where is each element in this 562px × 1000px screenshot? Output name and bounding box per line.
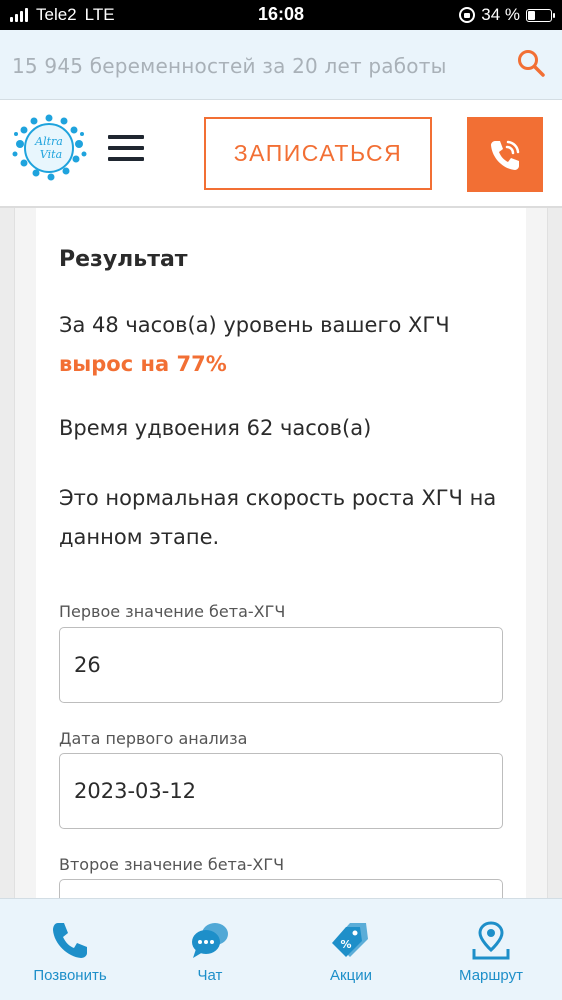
nav-chat[interactable]: Чат — [140, 899, 280, 1000]
nav-promos-label: Акции — [330, 967, 372, 984]
call-button[interactable] — [467, 117, 543, 192]
battery-percent: 34 % — [481, 5, 520, 24]
first-date-label: Дата первого анализа — [59, 729, 248, 748]
logo-text-vita: Vita — [40, 148, 62, 161]
nav-promos[interactable]: % Акции — [281, 899, 421, 1000]
doubling-time-text: Время удвоения 62 часов(а) — [59, 416, 372, 440]
second-hcg-label: Второе значение бета-ХГЧ — [59, 855, 285, 874]
result-growth-text: За 48 часов(а) уровень вашего ХГЧ — [59, 313, 450, 337]
first-hcg-input[interactable]: 26 — [59, 627, 503, 703]
logo-text-altra: Altra — [34, 135, 63, 148]
second-hcg-input[interactable] — [59, 879, 503, 898]
result-growth-value: вырос на 77% — [59, 352, 227, 376]
bottom-navigation: Позвонить Чат % Акции Маршрут — [0, 898, 562, 1000]
svg-text:%: % — [340, 938, 351, 951]
nav-route-label: Маршрут — [459, 967, 523, 984]
nav-route[interactable]: Маршрут — [421, 899, 561, 1000]
assessment-text: Это нормальная скорость роста ХГЧ на дан… — [59, 486, 497, 549]
chat-icon — [192, 923, 228, 958]
tags-icon: % — [332, 923, 368, 957]
first-hcg-label: Первое значение бета-ХГЧ — [59, 602, 286, 621]
menu-burger-icon[interactable] — [108, 135, 144, 163]
first-date-input[interactable]: 2023-03-12 — [59, 753, 503, 829]
status-bar: Tele2 LTE 16:08 34 % — [0, 0, 562, 30]
phone-icon — [53, 923, 87, 958]
nav-call-label: Позвонить — [33, 967, 107, 984]
signup-button[interactable]: ЗАПИСАТЬСЯ — [204, 117, 432, 190]
info-bar: 15 945 беременностей за 20 лет работы — [0, 30, 562, 100]
altra-vita-logo[interactable]: Altra Vita — [10, 114, 88, 182]
info-text: 15 945 беременностей за 20 лет работы — [12, 54, 447, 78]
status-right: 34 % — [459, 5, 555, 25]
map-route-icon — [472, 921, 510, 960]
nav-call[interactable]: Позвонить — [0, 899, 140, 1000]
phone-icon — [491, 140, 520, 170]
rotation-lock-icon — [459, 7, 476, 23]
search-icon[interactable] — [516, 48, 546, 78]
result-title: Результат — [59, 247, 188, 272]
nav-chat-label: Чат — [197, 967, 223, 984]
battery-icon — [526, 8, 555, 22]
